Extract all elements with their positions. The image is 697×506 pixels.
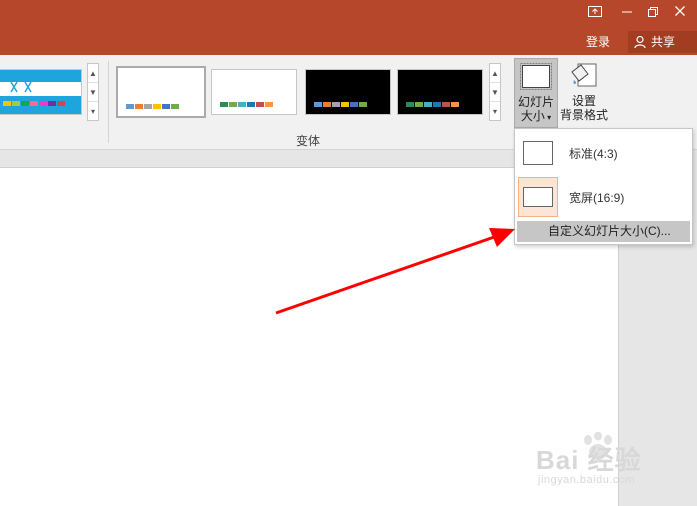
- annotation-arrow: [275, 228, 515, 315]
